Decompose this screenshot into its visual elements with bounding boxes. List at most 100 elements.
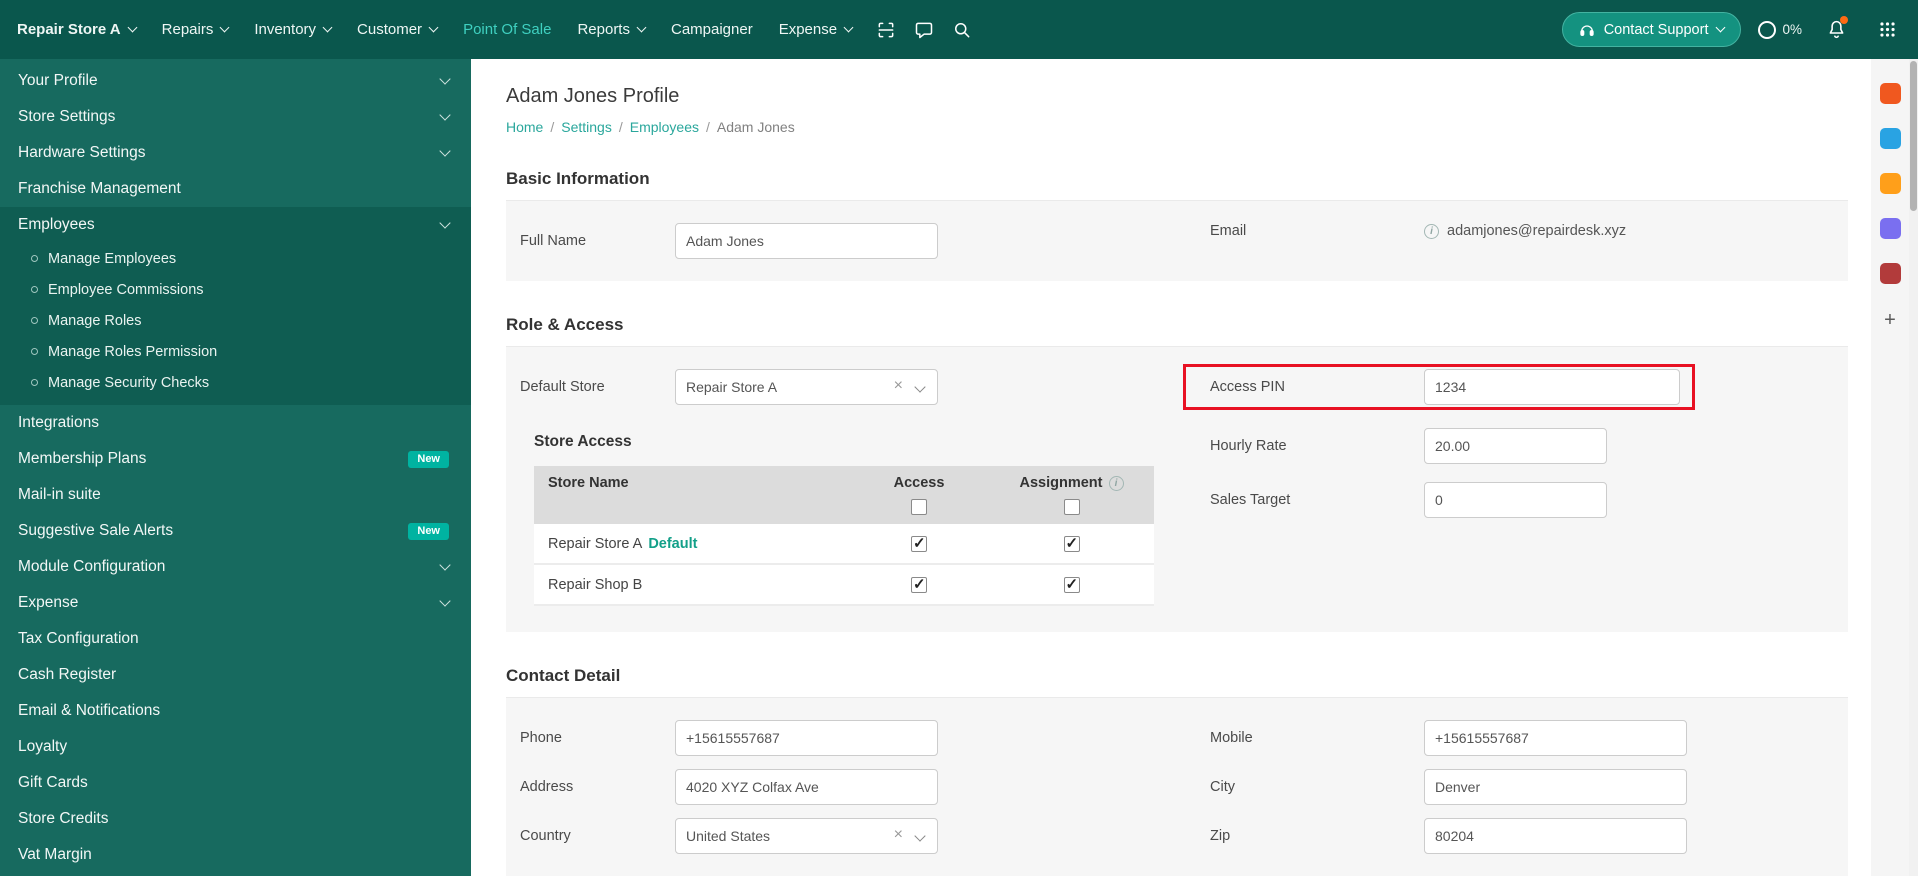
sidebar-item-employees[interactable]: Employees [0,207,471,243]
nav-item-customer[interactable]: Customer [344,0,450,59]
apps-grid-icon[interactable] [1870,13,1904,47]
store-access-heading: Store Access [534,433,632,450]
country-label: Country [520,828,571,844]
settings-sidebar: Your Profile Store Settings Hardware Set… [0,59,471,876]
nav-item-reports[interactable]: Reports [564,0,658,59]
sidebar-item-gift-cards[interactable]: Gift Cards [0,765,471,801]
email-text: adamjones@repairdesk.xyz [1447,223,1627,239]
chat-icon[interactable] [907,13,941,47]
sales-target-input[interactable] [1424,482,1607,518]
chat-app-icon[interactable] [1879,128,1901,149]
nav-item-point-of-sale[interactable]: Point Of Sale [450,0,564,59]
chevron-down-icon [843,22,854,33]
store-switcher-label: Repair Store A [17,21,121,38]
assignment-checkbox[interactable] [1063,575,1080,593]
chevron-down-icon [219,22,230,33]
sidebar-item-store-credits[interactable]: Store Credits [0,801,471,837]
notifications-bell-icon[interactable] [1819,13,1853,47]
address-input[interactable] [675,769,938,805]
sidebar-item-email-notifications[interactable]: Email & Notifications [0,693,471,729]
sidebar-item-label: Franchise Management [18,180,181,197]
basic-information-panel: Full Name Email i adamjones@repairdesk.x… [506,201,1848,281]
collections-app-icon[interactable] [1879,263,1901,284]
select-all-assignment-checkbox[interactable] [1063,499,1080,515]
sidebar-item-mail-in-suite[interactable]: Mail-in suite [0,477,471,513]
chevron-down-icon [439,594,451,607]
country-select[interactable]: United States × [675,818,938,854]
access-pin-input[interactable] [1424,369,1680,405]
sidebar-item-module-configuration[interactable]: Module Configuration [0,549,471,585]
chevron-down-icon[interactable] [914,830,926,842]
shield-app-icon[interactable] [1879,218,1901,239]
sidebar-subitem-label: Manage Employees [48,250,177,267]
access-checkbox[interactable] [911,575,927,593]
breadcrumb-home[interactable]: Home [506,119,543,135]
sidebar-item-loyalty[interactable]: Loyalty [0,729,471,765]
nav-item-campaigner[interactable]: Campaigner [658,0,766,59]
full-name-input[interactable] [675,223,938,259]
barcode-scan-icon[interactable] [869,13,903,47]
select-all-access-checkbox[interactable] [911,499,927,515]
nav-item-repairs[interactable]: Repairs [149,0,242,59]
clear-icon[interactable]: × [894,827,903,843]
search-icon[interactable] [945,13,979,47]
breadcrumb-employees[interactable]: Employees [630,119,699,135]
documents-app-icon[interactable] [1879,173,1901,194]
shopping-app-icon[interactable] [1879,83,1901,104]
sidebar-subitem-manage-employees[interactable]: Manage Employees [0,243,471,274]
breadcrumb-current: Adam Jones [716,119,795,135]
access-checkbox[interactable] [911,534,927,552]
nav-item-label: Reports [577,21,630,38]
sidebar-item-tax-configuration[interactable]: Tax Configuration [0,621,471,657]
sidebar-subitem-manage-roles[interactable]: Manage Roles [0,305,471,336]
sidebar-item-your-profile[interactable]: Your Profile [0,63,471,99]
sidebar-item-label: Loyalty [18,738,68,755]
clear-icon[interactable]: × [894,378,903,394]
nav-item-label: Inventory [254,21,317,38]
sidebar-subitem-manage-roles-permission[interactable]: Manage Roles Permission [0,336,471,367]
sidebar-item-franchise-management[interactable]: Franchise Management [0,171,471,207]
email-label: Email [1210,223,1247,239]
sidebar-subitem-employee-commissions[interactable]: Employee Commissions [0,274,471,305]
navbar-icon-group [869,13,979,47]
breadcrumb-settings[interactable]: Settings [561,119,612,135]
add-panel-icon[interactable]: + [1884,310,1896,330]
chevron-down-icon [439,72,451,85]
assignment-checkbox[interactable] [1063,534,1080,552]
nav-item-label: Campaigner [670,21,753,38]
mobile-input[interactable] [1424,720,1687,756]
sidebar-item-membership-plans[interactable]: Membership Plans New [0,441,471,477]
setup-progress-indicator[interactable]: 0% [1758,20,1802,39]
sidebar-item-store-settings[interactable]: Store Settings [0,99,471,135]
store-name: Repair Store A [548,535,643,552]
zip-input[interactable] [1424,818,1687,854]
nav-item-expense[interactable]: Expense [766,0,865,59]
table-row: Repair Shop B [534,565,1154,606]
scrollbar-thumb[interactable] [1910,61,1917,211]
column-assignment: Assignment i [989,475,1154,491]
sidebar-item-suggestive-sale-alerts[interactable]: Suggestive Sale Alerts New [0,513,471,549]
city-input[interactable] [1424,769,1687,805]
new-badge: New [408,450,449,468]
chevron-down-icon[interactable] [914,381,926,393]
sidebar-item-hardware-settings[interactable]: Hardware Settings [0,135,471,171]
default-store-select[interactable]: Repair Store A × [675,369,938,405]
page-scrollbar[interactable] [1909,59,1918,876]
nav-item-inventory[interactable]: Inventory [241,0,344,59]
mobile-label: Mobile [1210,730,1253,746]
sidebar-item-cash-register[interactable]: Cash Register [0,657,471,693]
hourly-rate-input[interactable] [1424,428,1607,464]
sidebar-subitem-label: Manage Roles Permission [48,343,218,360]
store-switcher[interactable]: Repair Store A [4,0,149,59]
full-name-label: Full Name [520,233,587,249]
phone-label: Phone [520,730,562,746]
sidebar-subitem-manage-security-checks[interactable]: Manage Security Checks [0,367,471,398]
contact-support-button[interactable]: Contact Support [1561,12,1742,47]
sidebar-item-label: Gift Cards [18,774,88,791]
sidebar-item-expense[interactable]: Expense [0,585,471,621]
phone-input[interactable] [675,720,938,756]
bullet-icon [31,317,38,324]
sidebar-item-vat-margin[interactable]: Vat Margin [0,837,471,873]
section-heading: Contact Detail [506,666,1848,698]
sidebar-item-integrations[interactable]: Integrations [0,405,471,441]
